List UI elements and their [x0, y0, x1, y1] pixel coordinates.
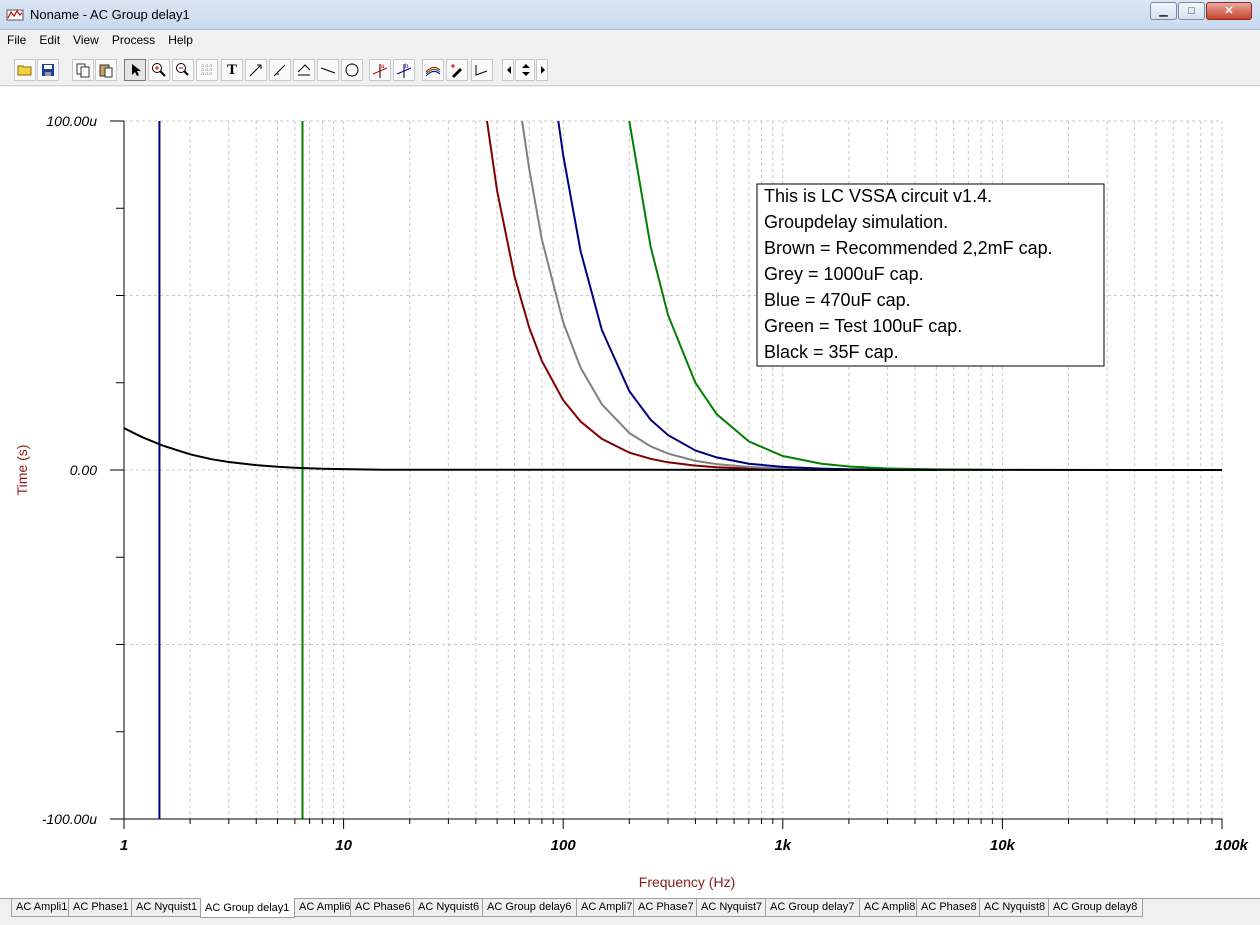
legend-box[interactable]: This is LC VSSA circuit v1.4. Groupdelay … [756, 183, 1105, 367]
segment-icon [475, 65, 488, 76]
y-tick-label: -100.00u [42, 811, 97, 827]
tab-ac-group-delay7[interactable]: AC Group delay7 [765, 899, 860, 917]
minimize-button[interactable]: ▁ [1150, 2, 1177, 20]
menu-file[interactable]: File [0, 30, 32, 47]
tab-ac-nyquist8[interactable]: AC Nyquist8 [979, 899, 1049, 917]
annotation-axis-icon [297, 64, 311, 76]
legend-line: Groupdelay simulation. [764, 212, 948, 232]
annotation-value-icon [273, 64, 286, 77]
annotation-tool-icon [249, 64, 262, 77]
tab-ac-group-delay6[interactable]: AC Group delay6 [482, 899, 577, 917]
legend-line: Black = 35F cap. [764, 342, 899, 362]
tab-ac-phase8[interactable]: AC Phase8 [916, 899, 980, 917]
scroll-updown-button[interactable] [515, 59, 535, 81]
curves-icon [425, 66, 441, 77]
maximize-button[interactable]: □ [1178, 2, 1205, 20]
grid-icon [201, 64, 213, 76]
segment-button[interactable] [471, 59, 493, 81]
menu-bar: File Edit View Process Help [0, 30, 1260, 50]
zoom-in-icon [152, 63, 166, 77]
app-icon [6, 9, 24, 21]
tab-ac-ampli1[interactable]: AC Ampli1 [11, 899, 69, 917]
title-bar: Noname - AC Group delay1 ▁ □ ✕ [0, 0, 1260, 30]
window-title: Noname - AC Group delay1 [30, 7, 190, 22]
pen-button[interactable] [446, 59, 468, 81]
tab-ac-nyquist1[interactable]: AC Nyquist1 [131, 899, 201, 917]
curves-button[interactable] [422, 59, 444, 81]
copy-icon [76, 63, 90, 78]
tab-ac-nyquist6[interactable]: AC Nyquist6 [413, 899, 483, 917]
paste-icon [99, 64, 113, 78]
tab-ac-phase6[interactable]: AC Phase6 [350, 899, 414, 917]
tab-bar: AC Ampli1 AC Phase1 AC Nyquist1 AC Group de… [0, 898, 1260, 925]
x-tick-label: 1 [120, 837, 128, 854]
tab-ac-ampli6[interactable]: AC Ampli6 [294, 899, 351, 917]
x-tick-label: 10 [335, 837, 352, 854]
y-tick-label: 0.00 [70, 462, 97, 478]
x-tick-label: 10k [990, 837, 1016, 854]
scroll-left-button[interactable] [502, 59, 514, 81]
scroll-updown-icon [522, 64, 530, 76]
annotation-tool-button[interactable] [245, 59, 267, 81]
group-delay-chart[interactable]: 1 10 100 1k 10k 100k 100.00u 0.00 -100.00u Time … [0, 87, 1260, 898]
cursor-b-icon: b [396, 64, 412, 78]
legend-line: Brown = Recommended 2,2mF cap. [764, 238, 1053, 258]
y-tick-label: 100.00u [46, 113, 97, 129]
paste-button[interactable] [95, 59, 117, 81]
legend-line: Blue = 470uF cap. [764, 290, 911, 310]
tab-ac-phase1[interactable]: AC Phase1 [68, 899, 132, 917]
line-tool-icon [320, 67, 336, 74]
close-button[interactable]: ✕ [1206, 2, 1252, 20]
menu-help[interactable]: Help [161, 30, 199, 47]
tab-ac-phase7[interactable]: AC Phase7 [633, 899, 697, 917]
x-tick-label: 100 [551, 837, 577, 854]
annotation-value-button[interactable] [269, 59, 291, 81]
scroll-right-icon [541, 66, 545, 74]
save-button[interactable] [37, 59, 59, 81]
x-axis-label: Frequency (Hz) [639, 874, 735, 890]
menu-process[interactable]: Process [105, 30, 161, 47]
save-icon [42, 64, 54, 76]
tab-ac-group-delay1[interactable]: AC Group delay1 [200, 898, 295, 918]
pen-icon [451, 64, 462, 78]
toolbar: T a b [0, 52, 1260, 86]
y-axis-label: Time (s) [14, 445, 30, 496]
legend-line: Grey = 1000uF cap. [764, 264, 924, 284]
text-tool-button[interactable]: T [221, 59, 243, 81]
zoom-100-button[interactable] [172, 59, 194, 81]
menu-view[interactable]: View [66, 30, 105, 47]
copy-button[interactable] [72, 59, 94, 81]
zoom-in-button[interactable] [148, 59, 170, 81]
legend-line: This is LC VSSA circuit v1.4. [764, 186, 992, 206]
menu-edit[interactable]: Edit [32, 30, 66, 47]
circle-tool-button[interactable] [341, 59, 363, 81]
x-tick-label: 100k [1215, 837, 1249, 854]
line-tool-button[interactable] [317, 59, 339, 81]
annotation-axis-button[interactable] [293, 59, 315, 81]
x-tick-label: 1k [774, 837, 791, 854]
pointer-icon [132, 64, 141, 76]
tab-ac-group-delay8[interactable]: AC Group delay8 [1048, 899, 1143, 917]
grid-button[interactable] [196, 59, 218, 81]
scroll-right-button[interactable] [536, 59, 548, 81]
pointer-button[interactable] [124, 59, 146, 81]
tab-ac-nyquist7[interactable]: AC Nyquist7 [696, 899, 766, 917]
cursor-a-icon: a [372, 64, 388, 78]
cursor-b-button[interactable]: b [393, 59, 415, 81]
zoom-100-icon [176, 63, 189, 76]
open-button[interactable] [14, 59, 36, 81]
tab-ac-ampli7[interactable]: AC Ampli7 [576, 899, 634, 917]
scroll-left-icon [507, 66, 511, 74]
cursor-a-button[interactable]: a [369, 59, 391, 81]
tab-ac-ampli8[interactable]: AC Ampli8 [859, 899, 917, 917]
circle-tool-icon [345, 63, 359, 77]
legend-line: Green = Test 100uF cap. [764, 316, 962, 336]
plot-area[interactable]: 1 10 100 1k 10k 100k 100.00u 0.00 -100.00u Time … [0, 87, 1260, 898]
open-folder-icon [17, 65, 32, 76]
